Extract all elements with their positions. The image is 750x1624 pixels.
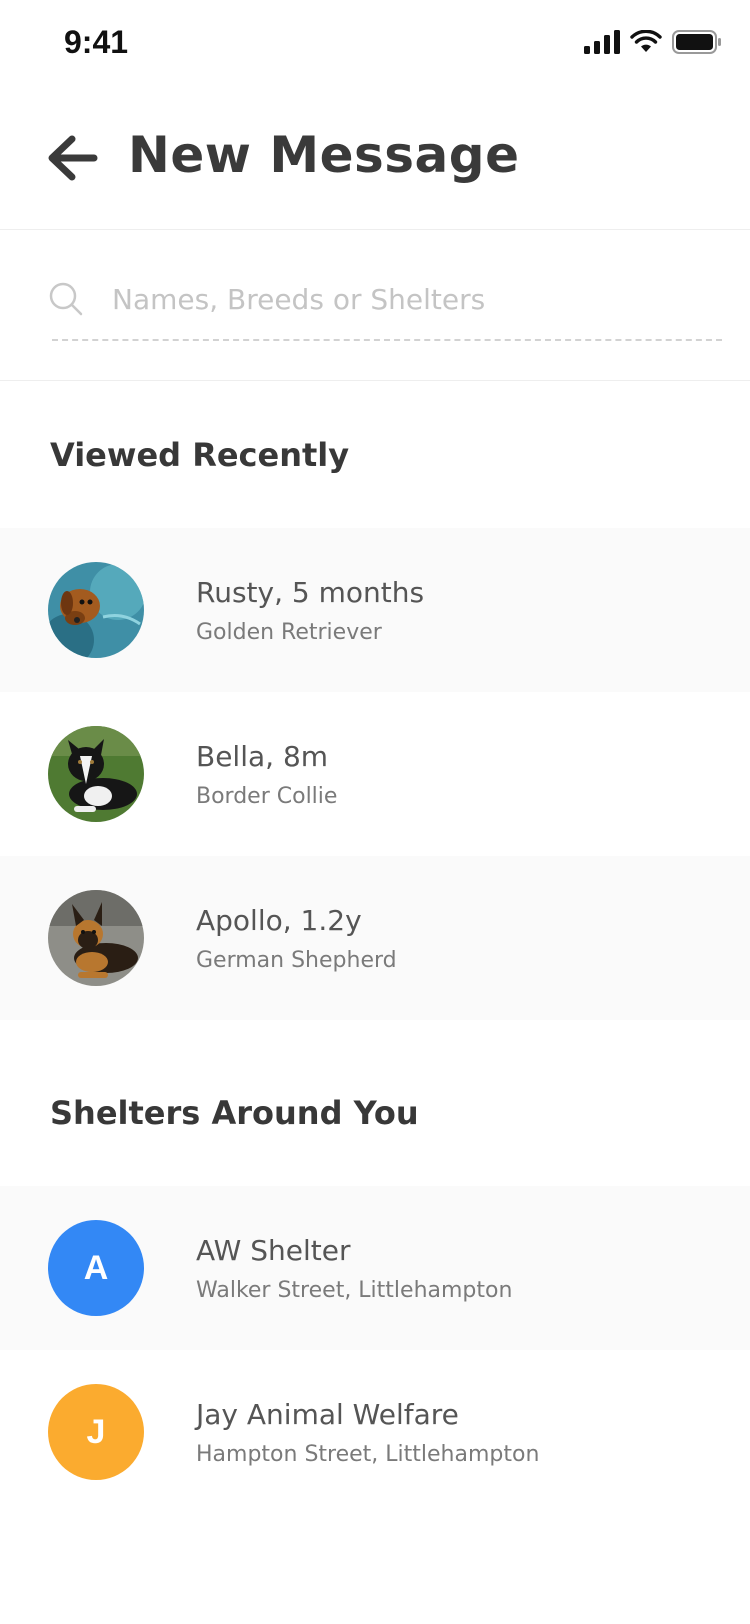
pet-breed: German Shepherd (196, 948, 397, 973)
wifi-icon (630, 30, 662, 52)
page-title: New Message (128, 126, 520, 184)
header: New Message (0, 90, 750, 230)
shelter-name: AW Shelter (196, 1234, 351, 1267)
status-time: 9:41 (64, 24, 129, 60)
battery-icon (672, 30, 721, 54)
arrow-left-icon (48, 135, 98, 181)
pet-name: Bella, 8m (196, 740, 329, 773)
shelter-name: Jay Animal Welfare (196, 1398, 459, 1431)
dog-photo-apollo (48, 890, 144, 986)
cellular-signal-icon (584, 30, 620, 54)
status-bar: 9:41 (0, 0, 750, 90)
dog-photo-bella (48, 726, 144, 822)
back-button[interactable] (44, 130, 100, 186)
shelter-address: Walker Street, Littlehampton (196, 1278, 513, 1303)
shelter-item-jay-animal-welfare[interactable]: J Jay Animal Welfare Hampton Street, Lit… (0, 1350, 750, 1514)
shelters-heading: Shelters Around You (50, 1094, 419, 1132)
dog-photo-rusty (48, 562, 144, 658)
shelter-item-aw-shelter[interactable]: A AW Shelter Walker Street, Littlehampto… (0, 1186, 750, 1350)
pet-name: Apollo, 1.2y (196, 904, 362, 937)
recent-item-bella[interactable]: Bella, 8m Border Collie (0, 692, 750, 856)
avatar (48, 726, 144, 822)
search-bar (0, 231, 750, 381)
pet-name: Rusty, 5 months (196, 576, 425, 609)
shelter-avatar: A (48, 1220, 144, 1316)
pet-breed: Border Collie (196, 784, 338, 809)
search-input[interactable] (112, 271, 712, 327)
recent-item-apollo[interactable]: Apollo, 1.2y German Shepherd (0, 856, 750, 1020)
status-icons (584, 30, 722, 54)
viewed-recently-heading: Viewed Recently (50, 436, 350, 474)
recent-item-rusty[interactable]: Rusty, 5 months Golden Retriever (0, 528, 750, 692)
search-icon (49, 282, 83, 316)
search-underline (52, 339, 722, 341)
pet-breed: Golden Retriever (196, 620, 382, 645)
shelter-address: Hampton Street, Littlehampton (196, 1442, 540, 1467)
avatar (48, 562, 144, 658)
avatar (48, 890, 144, 986)
shelter-avatar: J (48, 1384, 144, 1480)
